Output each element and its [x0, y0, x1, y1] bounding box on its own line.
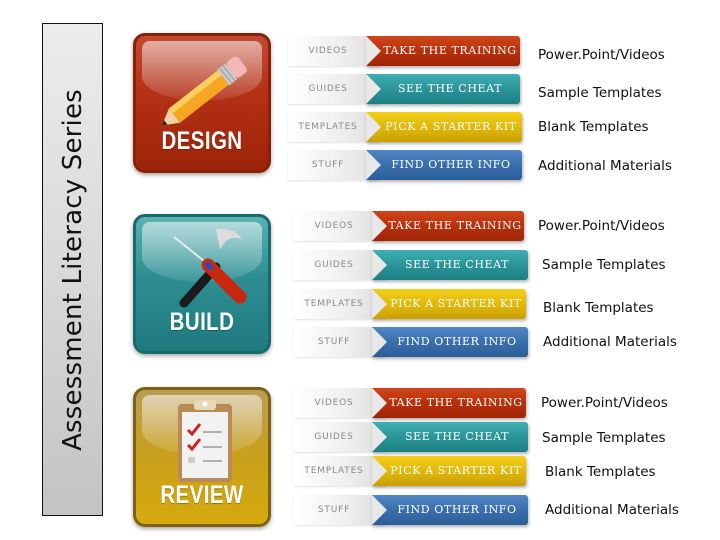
action-label: PICK A STARTER KIT	[390, 464, 522, 477]
build-tile[interactable]: BUILD	[133, 214, 271, 354]
clipboard-checklist-icon	[178, 400, 232, 482]
nav-row-templates[interactable]: TEMPLATES PICK A STARTER KIT	[288, 112, 522, 142]
tab-label: GUIDES	[308, 84, 348, 94]
description-label: Power.Point/Videos	[541, 395, 668, 411]
tab-label: TEMPLATES	[298, 122, 358, 132]
nav-row-stuff[interactable]: STUFF FIND OTHER INFO	[288, 150, 522, 180]
chevron-right-icon	[372, 289, 387, 319]
action-label: PICK A STARTER KIT	[390, 297, 522, 310]
description-label: Sample Templates	[538, 85, 662, 101]
chevron-right-icon	[372, 250, 387, 280]
description-label: Additional Materials	[538, 158, 672, 174]
nav-row-videos[interactable]: VIDEOS TAKE THE TRAINING	[288, 36, 520, 66]
action-label: TAKE THE TRAINING	[388, 219, 522, 232]
action-label: TAKE THE TRAINING	[389, 396, 523, 409]
chevron-right-icon	[366, 74, 381, 104]
tile-label: DESIGN	[161, 127, 243, 155]
description-label: Blank Templates	[545, 464, 656, 480]
action-label: FIND OTHER INFO	[397, 335, 517, 348]
series-title: Assessment Literacy Series	[57, 88, 88, 451]
nav-row-videos[interactable]: VIDEOS TAKE THE TRAINING	[294, 211, 524, 241]
chevron-right-icon	[372, 327, 387, 357]
tile-label: BUILD	[169, 308, 235, 336]
nav-row-templates[interactable]: TEMPLATES PICK A STARTER KIT	[294, 456, 526, 486]
chevron-right-icon	[372, 456, 387, 486]
tab-label: VIDEOS	[308, 46, 348, 56]
tab-label: STUFF	[317, 337, 351, 347]
chevron-right-icon	[372, 495, 387, 525]
tab-label: GUIDES	[314, 260, 354, 270]
action-label: PICK A STARTER KIT	[385, 120, 517, 133]
tab-label: VIDEOS	[314, 221, 354, 231]
description-label: Additional Materials	[545, 502, 679, 518]
review-tile[interactable]: REVIEW	[133, 387, 271, 527]
nav-row-templates[interactable]: TEMPLATES PICK A STARTER KIT	[294, 289, 526, 319]
tab-label: TEMPLATES	[304, 299, 364, 309]
nav-row-guides[interactable]: GUIDES SEE THE CHEAT SHEETS	[294, 250, 528, 301]
action-label: SEE THE CHEAT SHEETS	[397, 82, 503, 125]
description-label: Power.Point/Videos	[538, 218, 665, 234]
tab-label: GUIDES	[314, 432, 354, 442]
series-title-box: Assessment Literacy Series	[42, 23, 103, 516]
nav-row-guides[interactable]: GUIDES SEE THE CHEAT SHEETS	[294, 422, 528, 473]
description-label: Blank Templates	[543, 300, 654, 316]
description-label: Additional Materials	[543, 334, 677, 350]
chevron-right-icon	[366, 112, 381, 142]
action-label: FIND OTHER INFO	[391, 158, 511, 171]
description-label: Sample Templates	[542, 257, 666, 273]
design-tile[interactable]: DESIGN	[133, 33, 271, 173]
pencil-icon	[161, 56, 247, 126]
action-label: SEE THE CHEAT SHEETS	[404, 258, 510, 301]
tab-label: STUFF	[317, 505, 351, 515]
action-label: FIND OTHER INFO	[397, 503, 517, 516]
chevron-right-icon	[372, 422, 387, 452]
nav-row-stuff[interactable]: STUFF FIND OTHER INFO	[294, 495, 528, 525]
chevron-right-icon	[372, 211, 387, 241]
action-label: TAKE THE TRAINING	[383, 44, 517, 57]
tab-label: STUFF	[311, 160, 345, 170]
nav-row-guides[interactable]: GUIDES SEE THE CHEAT SHEETS	[288, 74, 520, 125]
nav-row-videos[interactable]: VIDEOS TAKE THE TRAINING	[294, 388, 526, 418]
tab-label: TEMPLATES	[304, 466, 364, 476]
action-label: SEE THE CHEAT SHEETS	[404, 430, 510, 473]
tab-label: VIDEOS	[314, 398, 354, 408]
chevron-right-icon	[366, 150, 381, 180]
description-label: Sample Templates	[542, 430, 666, 446]
nav-row-stuff[interactable]: STUFF FIND OTHER INFO	[294, 327, 528, 357]
tile-label: REVIEW	[160, 481, 244, 509]
description-label: Power.Point/Videos	[538, 47, 665, 63]
chevron-right-icon	[366, 36, 381, 66]
chevron-right-icon	[372, 388, 387, 418]
description-label: Blank Templates	[538, 119, 649, 135]
tools-icon	[173, 228, 247, 308]
